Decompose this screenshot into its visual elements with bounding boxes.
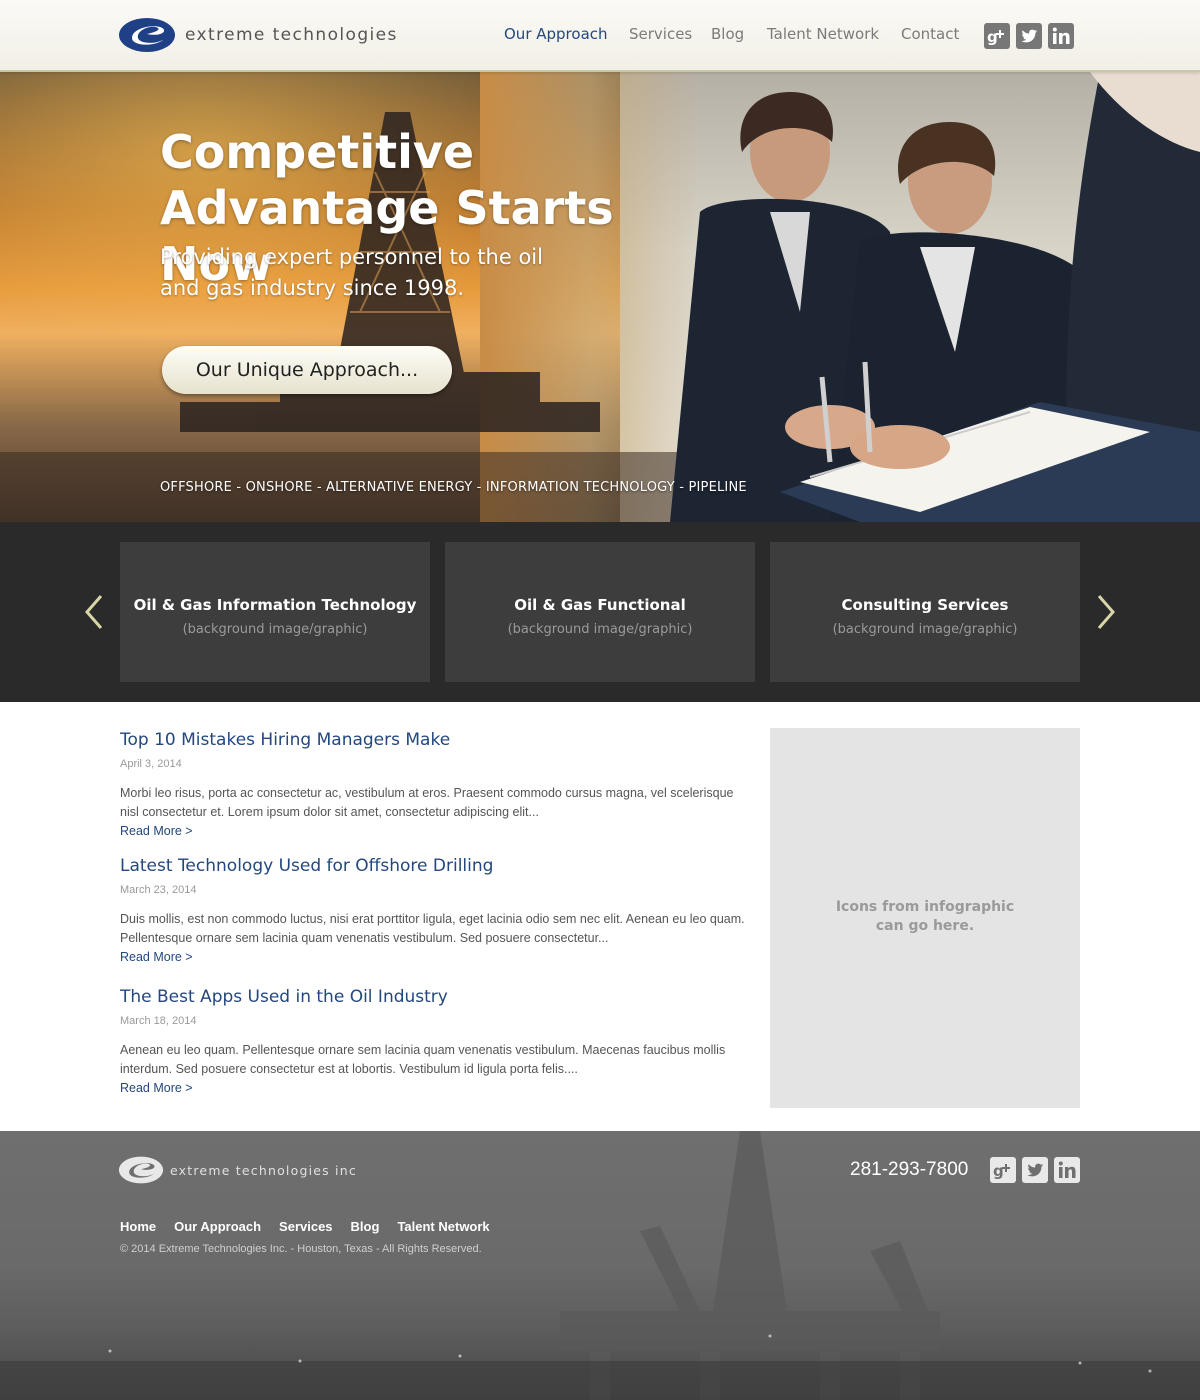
nav-blog[interactable]: Blog [711,25,744,43]
footer-nav: Home Our Approach Services Blog Talent N… [120,1219,490,1234]
linkedin-icon[interactable] [1048,23,1074,49]
services-carousel: Oil & Gas Information Technology (backgr… [0,522,1200,702]
svg-text:g: g [993,1162,1004,1180]
footer-link-services[interactable]: Services [279,1219,333,1234]
post-title-link[interactable]: The Best Apps Used in the Oil Industry [120,987,750,1007]
carousel-card-oil-gas-functional[interactable]: Oil & Gas Functional (background image/g… [445,542,755,682]
blog-post: The Best Apps Used in the Oil Industry M… [120,987,750,1097]
read-more-link[interactable]: Read More > [120,950,193,964]
nav-talent-network[interactable]: Talent Network [767,25,879,43]
nav-our-approach[interactable]: Our Approach [504,25,608,43]
twitter-icon[interactable] [1016,23,1042,49]
chevron-left-icon[interactable] [81,592,107,632]
card-title: Consulting Services [841,596,1009,614]
read-more-link[interactable]: Read More > [120,824,193,838]
footer-wordmark: extreme technologies inc [170,1162,357,1178]
site-footer: extreme technologies inc 281-293-7800 g … [0,1131,1200,1400]
post-title-link[interactable]: Latest Technology Used for Offshore Dril… [120,856,750,876]
post-date: April 3, 2014 [120,758,182,770]
linkedin-icon[interactable] [1054,1157,1080,1183]
footer-logo[interactable]: extreme technologies inc [118,1155,357,1185]
footer-social-links: g [990,1157,1080,1183]
hero-industry-tags: OFFSHORE - ONSHORE - ALTERNATIVE ENERGY … [160,480,747,495]
post-title-link[interactable]: Top 10 Mistakes Hiring Managers Make [120,730,750,750]
our-approach-button[interactable]: Our Unique Approach... [162,346,452,394]
blog-post: Top 10 Mistakes Hiring Managers Make Apr… [120,730,750,840]
google-plus-icon[interactable]: g [990,1157,1016,1183]
svg-text:g: g [987,28,998,46]
card-title: Oil & Gas Information Technology [133,596,417,614]
hero-subtitle: Providing expert personnel to the oil an… [160,245,543,300]
post-excerpt: Duis mollis, est non commodo luctus, nis… [120,912,745,945]
card-title: Oil & Gas Functional [514,596,686,614]
footer-copyright: © 2014 Extreme Technologies Inc. - Houst… [120,1243,482,1255]
nav-services[interactable]: Services [629,25,692,43]
hero-banner: Competitive Advantage Starts Now Providi… [0,72,1200,522]
carousel-card-oil-gas-it[interactable]: Oil & Gas Information Technology (backgr… [120,542,430,682]
chevron-right-icon[interactable] [1093,592,1119,632]
read-more-link[interactable]: Read More > [120,1081,193,1095]
footer-link-talent-network[interactable]: Talent Network [397,1219,489,1234]
logo-swirl-icon [118,1156,164,1184]
card-subtitle: (background image/graphic) [832,622,1018,637]
footer-link-our-approach[interactable]: Our Approach [174,1219,261,1234]
card-subtitle: (background image/graphic) [182,622,368,637]
twitter-icon[interactable] [1022,1157,1048,1183]
header-social-links: g [984,23,1074,49]
card-subtitle: (background image/graphic) [507,622,693,637]
google-plus-icon[interactable]: g [984,23,1010,49]
blog-post: Latest Technology Used for Offshore Dril… [120,856,750,966]
nav-contact[interactable]: Contact [901,25,959,43]
infographic-placeholder-text: Icons from infographic can go here. [835,899,1015,934]
post-date: March 23, 2014 [120,884,197,896]
site-header: extreme technologies Our Approach Servic… [0,0,1200,72]
carousel-card-consulting[interactable]: Consulting Services (background image/gr… [770,542,1080,682]
post-excerpt: Aenean eu leo quam. Pellentesque ornare … [120,1043,726,1076]
post-date: March 18, 2014 [120,1015,197,1027]
footer-link-blog[interactable]: Blog [351,1219,380,1234]
footer-link-home[interactable]: Home [120,1219,156,1234]
footer-phone: 281-293-7800 [850,1159,969,1180]
infographic-placeholder: Icons from infographic can go here. [770,728,1080,1108]
post-excerpt: Morbi leo risus, porta ac consectetur ac… [120,786,734,819]
